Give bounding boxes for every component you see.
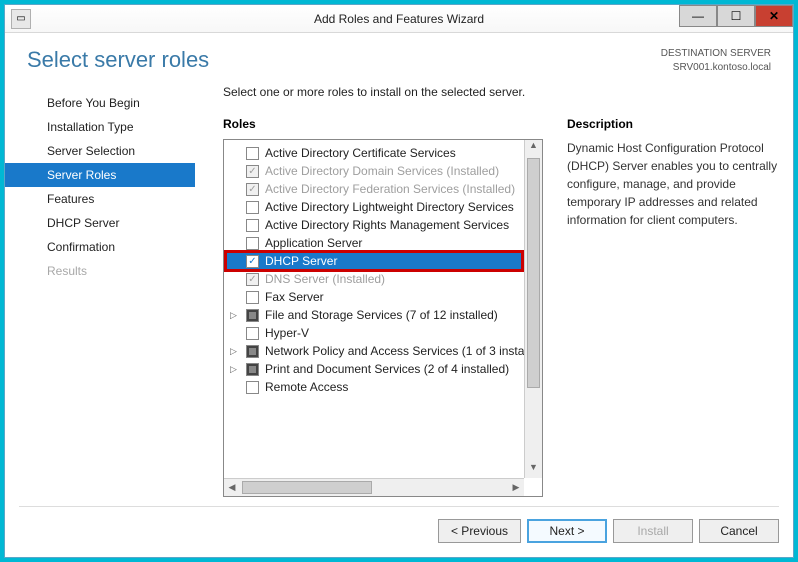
wizard-nav: Before You BeginInstallation TypeServer … (5, 85, 195, 497)
nav-item-server-roles[interactable]: Server Roles (5, 163, 195, 187)
content: Select one or more roles to install on t… (195, 85, 779, 497)
destination-label: DESTINATION SERVER (661, 47, 771, 61)
scroll-right-icon[interactable]: ▶ (508, 479, 524, 496)
role-checkbox[interactable] (246, 219, 259, 232)
page-title: Select server roles (27, 47, 209, 73)
role-label: Fax Server (265, 290, 324, 304)
role-row[interactable]: ✓ Active Directory Federation Services (I… (226, 180, 522, 198)
titlebar: ▭ Add Roles and Features Wizard — ☐ ✕ (5, 5, 793, 33)
expand-icon[interactable]: ▷ (230, 310, 237, 321)
nav-item-dhcp-server[interactable]: DHCP Server (5, 211, 195, 235)
role-row[interactable]: Active Directory Rights Management Servi… (226, 216, 522, 234)
role-row[interactable]: Hyper-V (226, 324, 522, 342)
scroll-down-icon[interactable]: ▼ (525, 462, 542, 478)
roles-column: Roles Active Directory Certificate Servi… (223, 117, 543, 497)
horizontal-scrollbar[interactable]: ◀ ▶ (224, 478, 524, 496)
description-text: Dynamic Host Configuration Protocol (DHC… (567, 139, 779, 229)
role-row[interactable]: Remote Access (226, 378, 522, 396)
description-column: Description Dynamic Host Configuration P… (567, 117, 779, 497)
header: Select server roles DESTINATION SERVER S… (5, 33, 793, 85)
role-row[interactable]: ✓ DNS Server (Installed) (226, 270, 522, 288)
cancel-button[interactable]: Cancel (699, 519, 779, 543)
maximize-button[interactable]: ☐ (717, 5, 755, 27)
role-label: Active Directory Domain Services (Instal… (265, 164, 499, 178)
destination-info: DESTINATION SERVER SRV001.kontoso.local (661, 47, 771, 75)
role-label: DNS Server (Installed) (265, 272, 385, 286)
role-row[interactable]: Active Directory Certificate Services (226, 144, 522, 162)
role-row[interactable]: ✓ Active Directory Domain Services (Insta… (226, 162, 522, 180)
expand-icon[interactable]: ▷ (230, 364, 237, 375)
role-checkbox: ✓ (246, 273, 259, 286)
role-label: Remote Access (265, 380, 348, 394)
install-button[interactable]: Install (613, 519, 693, 543)
role-label: Network Policy and Access Services (1 of… (265, 344, 524, 358)
window-title: Add Roles and Features Wizard (5, 12, 793, 26)
nav-item-results: Results (5, 259, 195, 283)
role-label: Application Server (265, 236, 362, 250)
role-label: Active Directory Lightweight Directory S… (265, 200, 514, 214)
role-row[interactable]: ✓ DHCP Server (226, 252, 522, 270)
scroll-thumb-horizontal[interactable] (242, 481, 372, 494)
role-label: Print and Document Services (2 of 4 inst… (265, 362, 509, 376)
previous-button[interactable]: < Previous (438, 519, 521, 543)
role-label: Active Directory Rights Management Servi… (265, 218, 509, 232)
nav-item-installation-type[interactable]: Installation Type (5, 115, 195, 139)
nav-item-before-you-begin[interactable]: Before You Begin (5, 91, 195, 115)
role-row[interactable]: ▷ Network Policy and Access Services (1 o… (226, 342, 522, 360)
role-checkbox[interactable] (246, 309, 259, 322)
wizard-window: ▭ Add Roles and Features Wizard — ☐ ✕ Se… (4, 4, 794, 558)
role-checkbox[interactable] (246, 291, 259, 304)
nav-item-confirmation[interactable]: Confirmation (5, 235, 195, 259)
window-buttons: — ☐ ✕ (679, 5, 793, 27)
role-label: Active Directory Federation Services (In… (265, 182, 515, 196)
expand-icon[interactable]: ▷ (230, 346, 237, 357)
role-label: DHCP Server (265, 254, 337, 268)
destination-server: SRV001.kontoso.local (661, 61, 771, 75)
body: Before You BeginInstallation TypeServer … (5, 85, 793, 497)
role-checkbox[interactable] (246, 345, 259, 358)
role-label: Hyper-V (265, 326, 309, 340)
role-checkbox[interactable] (246, 147, 259, 160)
role-checkbox[interactable]: ✓ (246, 255, 259, 268)
role-checkbox[interactable] (246, 363, 259, 376)
scroll-left-icon[interactable]: ◀ (224, 479, 240, 496)
role-checkbox[interactable] (246, 201, 259, 214)
role-row[interactable]: ▷ Print and Document Services (2 of 4 ins… (226, 360, 522, 378)
next-button[interactable]: Next > (527, 519, 607, 543)
minimize-button[interactable]: — (679, 5, 717, 27)
roles-heading: Roles (223, 117, 543, 131)
scroll-thumb-vertical[interactable] (527, 158, 540, 388)
close-button[interactable]: ✕ (755, 5, 793, 27)
role-row[interactable]: Active Directory Lightweight Directory S… (226, 198, 522, 216)
role-row[interactable]: Application Server (226, 234, 522, 252)
role-row[interactable]: ▷ File and Storage Services (7 of 12 inst… (226, 306, 522, 324)
role-checkbox[interactable] (246, 237, 259, 250)
instruction-text: Select one or more roles to install on t… (223, 85, 779, 99)
role-label: Active Directory Certificate Services (265, 146, 456, 160)
footer: < Previous Next > Install Cancel (19, 506, 779, 543)
nav-item-features[interactable]: Features (5, 187, 195, 211)
role-checkbox: ✓ (246, 165, 259, 178)
description-heading: Description (567, 117, 779, 131)
role-checkbox: ✓ (246, 183, 259, 196)
role-label: File and Storage Services (7 of 12 insta… (265, 308, 498, 322)
role-checkbox[interactable] (246, 381, 259, 394)
nav-item-server-selection[interactable]: Server Selection (5, 139, 195, 163)
columns: Roles Active Directory Certificate Servi… (223, 117, 779, 497)
roles-list: Active Directory Certificate Services ✓ Ac… (224, 140, 524, 478)
role-checkbox[interactable] (246, 327, 259, 340)
vertical-scrollbar[interactable]: ▲ ▼ (524, 140, 542, 478)
roles-listbox[interactable]: Active Directory Certificate Services ✓ Ac… (223, 139, 543, 497)
scroll-up-icon[interactable]: ▲ (525, 140, 542, 156)
role-row[interactable]: Fax Server (226, 288, 522, 306)
